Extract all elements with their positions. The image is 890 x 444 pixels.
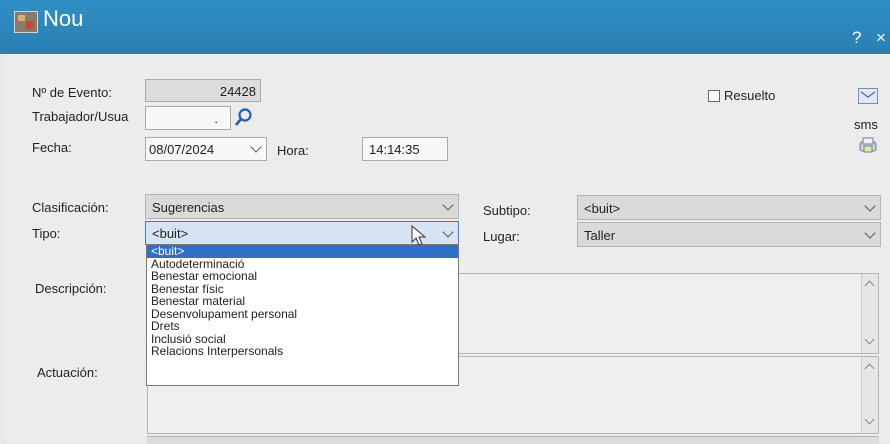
dropdown-option[interactable]: Benestar emocional [147, 270, 458, 283]
tipo-value: <buit> [152, 226, 189, 241]
evento-field[interactable]: 24428 [145, 79, 261, 102]
clasificacion-select[interactable]: Sugerencias [145, 194, 459, 219]
scroll-up-icon [864, 280, 875, 291]
scroll-down-icon [864, 414, 875, 425]
trabajador-dot: . [214, 111, 218, 126]
envelope-icon [860, 91, 876, 98]
app-icon [14, 11, 38, 33]
scroll-down-icon [864, 334, 875, 345]
window-title: Nou [43, 6, 84, 31]
sms-button[interactable]: sms [854, 117, 878, 132]
print-button[interactable] [858, 136, 878, 154]
search-icon [235, 108, 252, 126]
dropdown-option[interactable]: Drets [147, 320, 458, 333]
subtipo-label: Subtipo: [483, 203, 531, 218]
tipo-dropdown-list[interactable]: <buit> Autodeterminació Benestar emocion… [146, 244, 459, 386]
resuelto-label: Resuelto [724, 88, 776, 103]
fecha-value: 08/07/2024 [149, 142, 215, 157]
chevron-down-icon [442, 226, 454, 238]
hora-value: 14:14:35 [369, 142, 420, 157]
dropdown-option[interactable]: Relacions Interpersonals [147, 345, 458, 358]
printer-icon [859, 137, 877, 153]
evento-label: Nº de Evento: [32, 85, 112, 100]
search-button[interactable] [232, 106, 260, 130]
email-button[interactable] [858, 88, 878, 104]
help-button[interactable]: ? [852, 28, 861, 48]
actuacion-scrollbar[interactable] [861, 357, 878, 433]
hora-field[interactable]: 14:14:35 [362, 137, 448, 161]
subtipo-value: <buit> [584, 201, 621, 216]
actuacion-label: Actuación: [37, 365, 98, 380]
lugar-select[interactable]: Taller [577, 222, 881, 247]
fecha-datepicker[interactable]: 08/07/2024 [145, 137, 267, 161]
lugar-value: Taller [584, 228, 616, 243]
dropdown-option[interactable]: Benestar material [147, 295, 458, 308]
descripcion-label: Descripción: [35, 281, 107, 296]
chevron-down-icon [250, 141, 262, 153]
hora-label: Hora: [277, 143, 309, 158]
clasificacion-value: Sugerencias [152, 200, 225, 215]
clasificacion-label: Clasificación: [32, 200, 109, 215]
tipo-label: Tipo: [32, 226, 61, 241]
chevron-down-icon [442, 199, 454, 211]
chevron-down-icon [864, 200, 876, 212]
close-button[interactable]: × [876, 28, 886, 48]
trabajador-label: Trabajador/Usua [32, 109, 129, 124]
descripcion-scrollbar[interactable] [861, 274, 878, 353]
dropdown-option[interactable]: Desenvolupament personal [147, 307, 458, 321]
scroll-up-icon [864, 363, 875, 374]
evento-value: 24428 [219, 84, 256, 99]
fecha-label: Fecha: [32, 140, 72, 155]
subtipo-select[interactable]: <buit> [577, 195, 881, 220]
lugar-label: Lugar: [483, 229, 520, 244]
trabajador-field[interactable]: . [145, 106, 231, 130]
title-bar: Nou ? × [0, 0, 890, 54]
mouse-cursor-icon [411, 225, 427, 246]
resuelto-checkbox[interactable] [708, 90, 720, 102]
chevron-down-icon [864, 227, 876, 239]
